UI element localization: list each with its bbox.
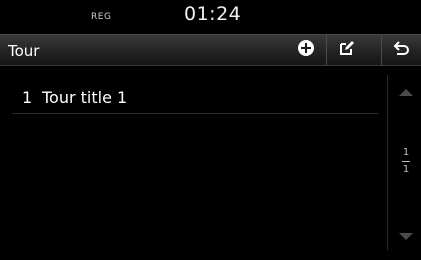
scroll-down-arrow-icon[interactable] <box>399 233 413 240</box>
status-bar: REG 01:24 <box>0 0 421 34</box>
edit-button[interactable] <box>326 35 367 65</box>
list-item[interactable]: 1 Tour title 1 <box>12 81 378 114</box>
add-button[interactable] <box>286 35 326 65</box>
scroll-up-arrow-icon[interactable] <box>399 89 413 96</box>
plus-circle-icon <box>297 39 315 61</box>
clock: 01:24 <box>184 3 242 25</box>
list-item-title: Tour title 1 <box>42 87 128 107</box>
list-item-number: 1 <box>22 87 33 107</box>
page-total: 1 <box>402 164 410 175</box>
page-title: Tour <box>8 42 40 60</box>
scrollbar[interactable]: 1 1 <box>387 75 421 250</box>
page-separator <box>402 161 410 162</box>
edit-icon <box>338 39 356 61</box>
back-icon <box>393 39 411 61</box>
reg-indicator: REG <box>91 12 112 22</box>
page-current: 1 <box>402 147 410 158</box>
page-indicator: 1 1 <box>398 147 414 176</box>
back-button[interactable] <box>381 35 421 65</box>
tour-list: 1 Tour title 1 <box>0 66 386 252</box>
title-bar: Tour <box>0 34 421 66</box>
